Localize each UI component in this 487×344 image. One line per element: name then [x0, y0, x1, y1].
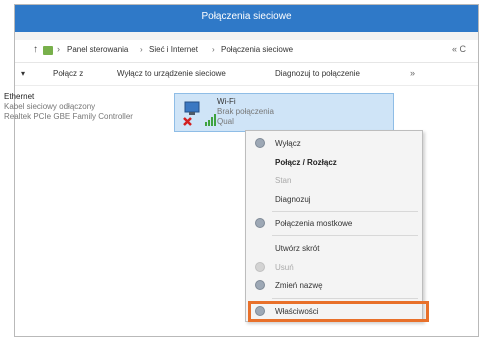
menu-separator	[272, 235, 418, 236]
ethernet-status: Kabel sieciowy odłączony	[4, 102, 96, 111]
refresh-icon[interactable]: « C	[452, 44, 466, 54]
menu-item-label: Wyłącz	[275, 139, 301, 148]
signal-bars-icon	[205, 114, 216, 126]
menu-item-label: Usuń	[275, 263, 294, 272]
wifi-device: Qual	[217, 117, 234, 126]
breadcrumb-control-panel[interactable]: Panel sterowania	[67, 45, 128, 54]
window-title: Połączenia sieciowe	[201, 11, 292, 22]
title-bar[interactable]: Połączenia sieciowe	[15, 5, 478, 32]
menu-separator	[272, 211, 418, 212]
shield-icon	[255, 280, 265, 290]
disable-device-button[interactable]: Wyłącz to urządzenie sieciowe	[117, 69, 226, 78]
address-bar[interactable]: ↑ › Panel sterowania › Sieć i Internet ›…	[15, 40, 478, 63]
menu-item-status[interactable]: Stan	[246, 172, 422, 189]
ethernet-device: Realtek PCIe GBE Family Controller	[4, 112, 133, 121]
wifi-connection[interactable]: Wi-Fi Brak połączenia Qual	[174, 93, 394, 132]
ethernet-connection[interactable]: Ethernet Kabel sieciowy odłączony Realte…	[4, 92, 133, 122]
menu-item-label: Diagnozuj	[275, 195, 311, 204]
wifi-status: Brak połączenia	[217, 107, 274, 116]
menu-item-rename[interactable]: Zmień nazwę	[246, 277, 422, 294]
wifi-name: Wi-Fi	[217, 97, 236, 106]
organize-dropdown-icon[interactable]: ▾	[21, 69, 25, 78]
menu-item-diagnose[interactable]: Diagnozuj	[246, 191, 422, 208]
menu-item-label: Połączenia mostkowe	[275, 219, 353, 228]
control-panel-icon	[43, 46, 53, 55]
up-arrow-icon[interactable]: ↑	[33, 44, 38, 55]
wifi-adapter-icon	[183, 101, 200, 126]
menu-item-label: Zmień nazwę	[275, 281, 323, 290]
shield-icon	[255, 262, 265, 272]
menu-item-disable[interactable]: Wyłącz	[246, 135, 422, 152]
breadcrumb-network-internet[interactable]: Sieć i Internet	[149, 45, 198, 54]
breadcrumb-separator[interactable]: ›	[212, 45, 215, 54]
menu-separator	[272, 298, 418, 299]
breadcrumb-root-chevron[interactable]: ›	[57, 44, 60, 54]
ethernet-name: Ethernet	[4, 92, 35, 101]
menu-item-connect-disconnect[interactable]: Połącz / Rozłącz	[246, 154, 422, 171]
shield-icon	[255, 218, 265, 228]
context-menu: Wyłącz Połącz / Rozłącz Stan Diagnozuj P…	[245, 130, 423, 322]
diagnose-connection-button[interactable]: Diagnozuj to połączenie	[275, 69, 360, 78]
menu-item-delete[interactable]: Usuń	[246, 259, 422, 276]
menu-item-bridge-connections[interactable]: Połączenia mostkowe	[246, 215, 422, 232]
properties-highlight-box	[248, 301, 429, 322]
command-bar: ▾ Połącz z Wyłącz to urządzenie sieciowe…	[15, 63, 478, 86]
menu-item-label: Utwórz skrót	[275, 244, 320, 253]
more-commands-button[interactable]: »	[410, 68, 415, 78]
menu-item-label: Stan	[275, 176, 292, 185]
breadcrumb-network-connections[interactable]: Połączenia sieciowe	[221, 45, 293, 54]
shield-icon	[255, 138, 265, 148]
menu-item-label: Połącz / Rozłącz	[275, 158, 337, 167]
breadcrumb-separator[interactable]: ›	[140, 45, 143, 54]
wifi-text: Wi-Fi Brak połączenia Qual	[217, 97, 274, 127]
menu-item-create-shortcut[interactable]: Utwórz skrót	[246, 240, 422, 257]
connect-to-button[interactable]: Połącz z	[53, 69, 83, 78]
